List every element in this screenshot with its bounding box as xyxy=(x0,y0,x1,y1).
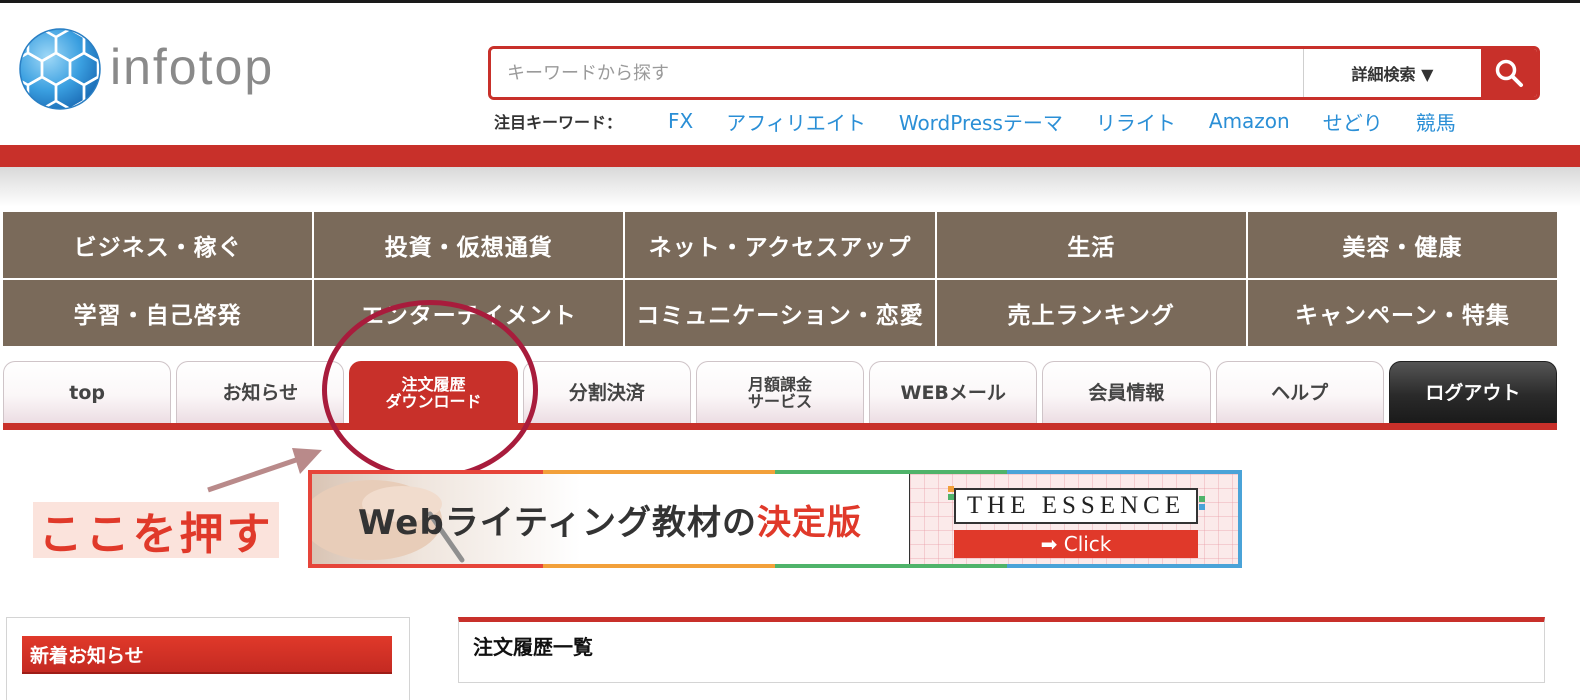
keyword-link[interactable]: リライト xyxy=(1096,107,1176,136)
order-history-heading: 注文履歴一覧 xyxy=(473,635,593,659)
tab-news[interactable]: お知らせ xyxy=(176,361,345,423)
tab-label-line: ダウンロード xyxy=(385,391,482,411)
category-communication[interactable]: コミュニケーション・恋愛 xyxy=(625,280,935,346)
tab-help[interactable]: ヘルプ xyxy=(1215,361,1384,423)
banner-title-emphasis: 決定版 xyxy=(756,502,862,543)
tab-monthly-service[interactable]: 月額課金 サービス xyxy=(695,361,865,423)
keyword-link[interactable]: Amazon xyxy=(1209,109,1290,133)
banner-title-main: Webライティング教材の xyxy=(358,502,757,543)
infotop-logo[interactable]: infotop xyxy=(18,26,274,112)
tab-member-info[interactable]: 会員情報 xyxy=(1042,361,1211,423)
category-learning[interactable]: 学習・自己啓発 xyxy=(3,280,313,346)
category-entertainment[interactable]: エンターテイメント xyxy=(314,280,624,346)
promo-banner[interactable]: Webライティング教材の決定版 THE ESSENCE ➡ Click xyxy=(308,470,1242,568)
tab-label-line: 月額課金 xyxy=(747,374,812,394)
sidebar-news-heading: 新着お知らせ xyxy=(22,636,392,674)
order-history-panel: 注文履歴一覧 xyxy=(458,617,1545,683)
banner-right-panel: THE ESSENCE ➡ Click xyxy=(910,474,1238,564)
search-input[interactable] xyxy=(491,49,1303,97)
banner-left-panel: Webライティング教材の決定版 xyxy=(312,474,910,564)
header-red-bar xyxy=(0,145,1580,167)
category-beauty-health[interactable]: 美容・健康 xyxy=(1247,212,1557,278)
globe-logo-icon xyxy=(19,28,101,110)
tab-order-history-download[interactable]: 注文履歴 ダウンロード xyxy=(349,361,518,423)
tab-top[interactable]: top xyxy=(3,361,172,423)
keyword-link[interactable]: せどり xyxy=(1323,107,1383,136)
keyword-link[interactable]: FX xyxy=(668,109,693,133)
advanced-search-button[interactable]: 詳細検索 ▼ xyxy=(1303,49,1481,97)
banner-title: Webライティング教材の決定版 xyxy=(358,495,862,544)
featured-keywords: 注目キーワード： FX アフィリエイト WordPressテーマ リライト Am… xyxy=(494,106,1489,136)
keyword-link[interactable]: 競馬 xyxy=(1416,107,1456,136)
category-business[interactable]: ビジネス・稼ぐ xyxy=(3,212,313,278)
annotation-label: ここを押す xyxy=(33,502,279,560)
sidebar-news-panel: 新着お知らせ xyxy=(6,617,410,700)
category-life[interactable]: 生活 xyxy=(936,212,1246,278)
tab-logout[interactable]: ログアウト xyxy=(1388,361,1557,423)
tab-label-line: サービス xyxy=(747,391,812,411)
category-net-access[interactable]: ネット・アクセスアップ xyxy=(625,212,935,278)
decor-square xyxy=(1199,504,1205,510)
tab-label-line: 注文履歴 xyxy=(401,374,466,394)
featured-keywords-label: 注目キーワード： xyxy=(494,113,623,132)
member-nav-tabs: top お知らせ 注文履歴 ダウンロード 分割決済 月額課金 サービス WEBメ… xyxy=(3,361,1557,423)
search-button[interactable] xyxy=(1481,49,1537,97)
category-menu: ビジネス・稼ぐ 投資・仮想通貨 ネット・アクセスアップ 生活 美容・健康 学習・… xyxy=(3,212,1557,346)
search-bar: 詳細検索 ▼ xyxy=(488,46,1540,100)
banner-click-button[interactable]: ➡ Click xyxy=(954,530,1198,558)
window-top-border xyxy=(0,0,1580,3)
header-shadow xyxy=(0,167,1580,207)
category-investment[interactable]: 投資・仮想通貨 xyxy=(314,212,624,278)
tab-installment[interactable]: 分割決済 xyxy=(522,361,691,423)
category-sales-ranking[interactable]: 売上ランキング xyxy=(936,280,1246,346)
category-campaign[interactable]: キャンペーン・特集 xyxy=(1247,280,1557,346)
essence-title: THE ESSENCE xyxy=(954,488,1198,524)
keyword-link[interactable]: アフィリエイト xyxy=(726,107,866,136)
logo-text: infotop xyxy=(110,39,275,95)
keyword-link[interactable]: WordPressテーマ xyxy=(899,107,1063,136)
decor-square xyxy=(1199,496,1205,502)
tab-webmail[interactable]: WEBメール xyxy=(869,361,1038,423)
search-icon xyxy=(1495,59,1523,87)
tabs-underline xyxy=(3,423,1557,430)
